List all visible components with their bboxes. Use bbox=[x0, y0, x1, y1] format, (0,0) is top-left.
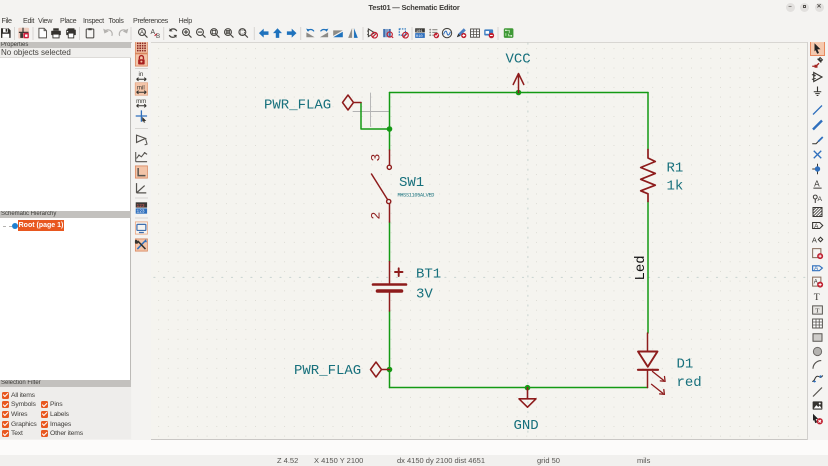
svg-text:GND: GND bbox=[514, 418, 539, 434]
svg-text:R1: R1 bbox=[667, 161, 684, 177]
svg-text:3V: 3V bbox=[416, 287, 433, 303]
svg-text:3: 3 bbox=[369, 154, 384, 162]
svg-text:BT1: BT1 bbox=[416, 267, 441, 283]
svg-text:VCC: VCC bbox=[506, 52, 531, 68]
svg-text:red: red bbox=[677, 375, 702, 391]
svg-text:1k: 1k bbox=[667, 179, 684, 195]
svg-text:D1: D1 bbox=[677, 357, 694, 373]
svg-text:Led: Led bbox=[633, 255, 649, 280]
svg-text:2: 2 bbox=[369, 212, 384, 220]
svg-text:SW1: SW1 bbox=[399, 175, 424, 191]
svg-text:PWR_FLAG: PWR_FLAG bbox=[264, 98, 331, 114]
svg-text:MHSS1105ALVED: MHSS1105ALVED bbox=[398, 193, 435, 199]
svg-text:PWR_FLAG: PWR_FLAG bbox=[294, 363, 361, 379]
